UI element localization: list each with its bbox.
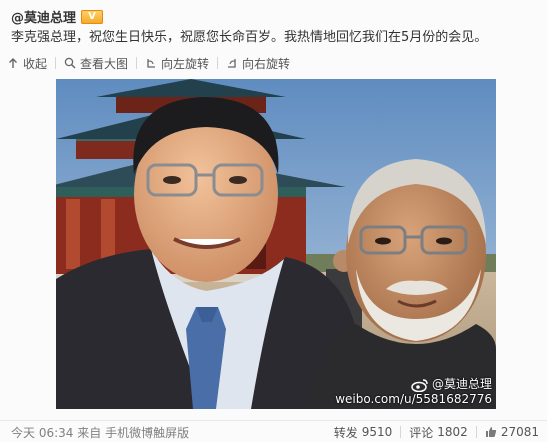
rotate-right-icon xyxy=(228,59,236,68)
weibo-post: @莫迪总理 V 李克强总理，祝您生日快乐，祝愿您长命百岁。我热情地回忆我们在5月… xyxy=(0,0,547,442)
post-time[interactable]: 今天 06:34 xyxy=(11,426,73,440)
weibo-logo-icon xyxy=(411,378,428,392)
like-count: 27081 xyxy=(500,425,539,439)
watermark-url: weibo.com/u/5581682776 xyxy=(335,392,492,406)
post-author: @莫迪总理 V xyxy=(11,7,104,26)
repost-button[interactable]: 转发 9510 xyxy=(326,424,401,441)
photo-watermark: @莫迪总理 weibo.com/u/5581682776 xyxy=(335,377,492,407)
post-footer: 今天 06:34 来自 手机微博触屏版 转发 9510 评论 1802 2708… xyxy=(0,420,547,443)
selfie-photo xyxy=(56,79,496,409)
image-toolbar: 收起 查看大图 向左旋转 向右旋转 xyxy=(0,53,547,73)
post-text: 李克强总理，祝您生日快乐，祝愿您长命百岁。我热情地回忆我们在5月份的会见。 xyxy=(11,30,488,45)
collapse-button[interactable]: 收起 xyxy=(0,55,55,72)
source-prefix: 来自 xyxy=(77,425,102,440)
rotate-left-label: 向左旋转 xyxy=(161,56,210,71)
post-photo[interactable]: @莫迪总理 weibo.com/u/5581682776 xyxy=(56,79,496,409)
post-source[interactable]: 手机微博触屏版 xyxy=(105,426,189,440)
post-meta: 今天 06:34 来自 手机微博触屏版 xyxy=(11,424,189,441)
watermark-name: @莫迪总理 xyxy=(431,377,492,391)
comment-button[interactable]: 评论 1802 xyxy=(401,424,476,441)
collapse-label: 收起 xyxy=(23,56,48,71)
like-button[interactable]: 27081 xyxy=(477,425,539,439)
view-large-label: 查看大图 xyxy=(80,56,129,71)
thumbs-up-icon xyxy=(485,427,496,437)
verified-badge-icon: V xyxy=(81,9,104,24)
rotate-left-button[interactable]: 向左旋转 xyxy=(137,55,217,72)
collapse-icon xyxy=(9,58,17,68)
rotate-right-label: 向右旋转 xyxy=(242,56,291,71)
author-name[interactable]: @莫迪总理 xyxy=(11,7,76,26)
comment-count: 1802 xyxy=(437,425,468,439)
post-actions: 转发 9510 评论 1802 27081 xyxy=(326,424,539,441)
comment-label: 评论 xyxy=(409,425,434,440)
repost-label: 转发 xyxy=(333,425,358,440)
view-large-button[interactable]: 查看大图 xyxy=(56,55,136,72)
rotate-left-icon xyxy=(147,59,156,68)
magnifier-icon xyxy=(64,57,76,69)
rotate-right-button[interactable]: 向右旋转 xyxy=(218,55,298,72)
repost-count: 9510 xyxy=(361,425,393,439)
